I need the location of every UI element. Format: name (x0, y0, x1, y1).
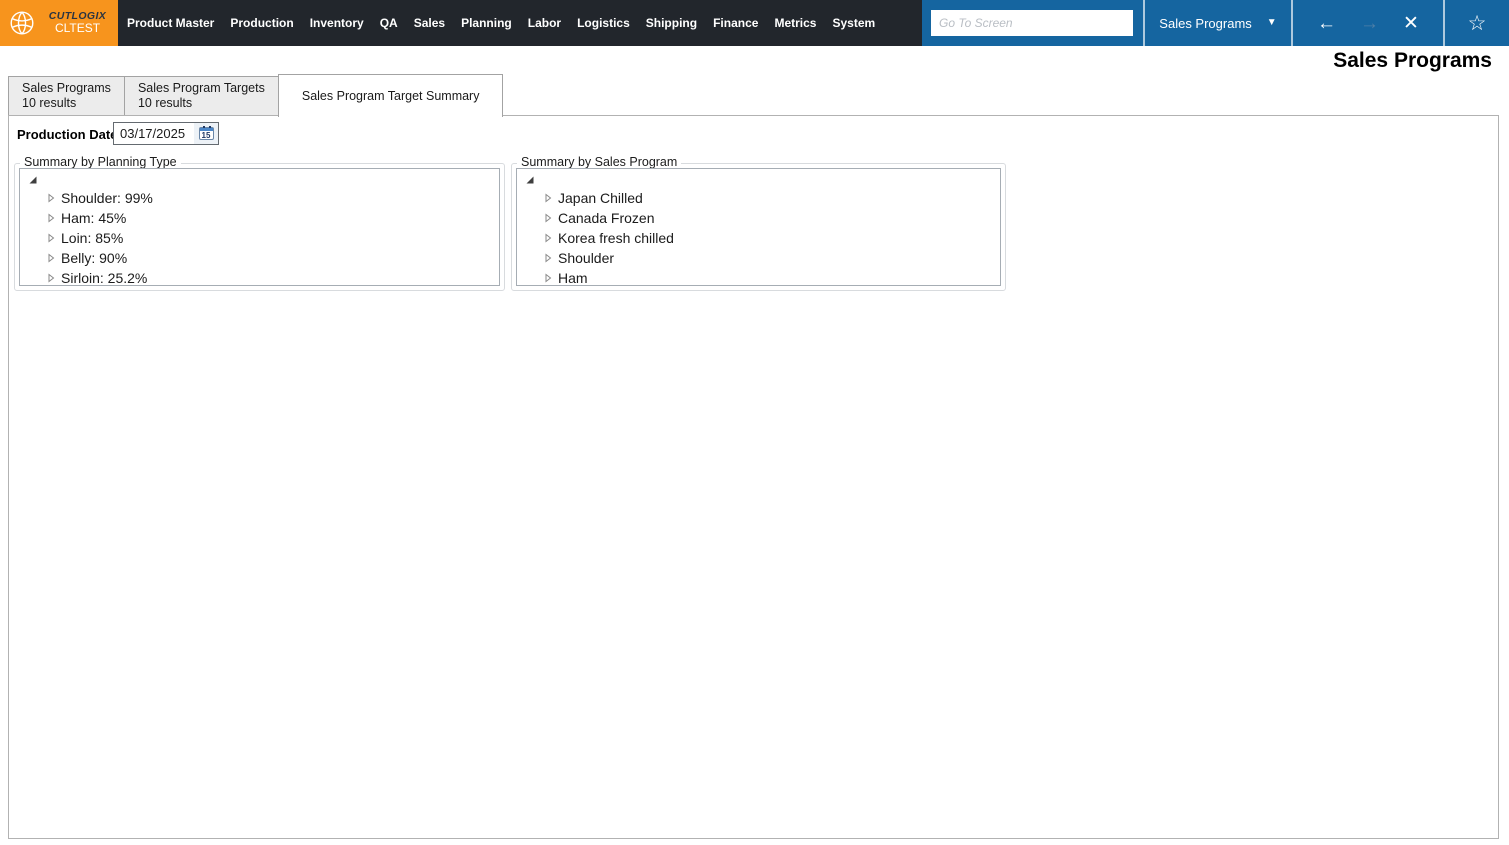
nav-item-finance[interactable]: Finance (713, 16, 758, 30)
tab-result-count: 10 results (22, 96, 77, 110)
tree-item[interactable]: Ham (522, 268, 1000, 286)
summary-by-sales-program-groupbox: Summary by Sales Program Japan Chilled C… (511, 155, 1006, 291)
groupbox-caption: Summary by Planning Type (20, 155, 181, 169)
nav-item-sales[interactable]: Sales (414, 16, 445, 30)
logo-icon (7, 8, 37, 38)
back-arrow-icon[interactable]: ← (1317, 14, 1336, 33)
calendar-button[interactable]: 15 (194, 123, 218, 144)
go-to-screen-input[interactable] (931, 10, 1133, 36)
top-navbar: CUTLOGIX CLTEST Product Master Productio… (0, 0, 1509, 46)
production-date-picker: 15 (113, 122, 219, 145)
planning-type-tree: Shoulder: 99% Ham: 45% Loin: 85% Belly: … (19, 168, 500, 286)
tree-expand-icon[interactable] (46, 193, 56, 203)
tree-collapse-icon[interactable] (28, 175, 38, 185)
tree-item-label: Sirloin: 25.2% (61, 270, 148, 286)
tree-item-label: Ham (558, 270, 588, 286)
main-menu: Product Master Production Inventory QA S… (127, 0, 875, 46)
favorite-star-icon[interactable]: ☆ (1468, 13, 1487, 34)
chevron-down-icon: ▼ (1266, 17, 1277, 28)
tree-item[interactable]: Shoulder: 99% (25, 188, 499, 208)
summary-by-planning-type-groupbox: Summary by Planning Type Shoulder: 99% H… (14, 155, 505, 291)
production-date-label: Production Date (17, 127, 118, 142)
close-icon[interactable]: ✕ (1403, 14, 1419, 33)
tree-expand-icon[interactable] (543, 213, 553, 223)
nav-item-logistics[interactable]: Logistics (577, 16, 630, 30)
tree-item-label: Shoulder (558, 250, 615, 266)
tree-expand-icon[interactable] (46, 253, 56, 263)
app-logo: CUTLOGIX CLTEST (0, 0, 118, 46)
screen-selector-dropdown[interactable]: Sales Programs ▼ (1145, 0, 1291, 46)
sales-program-tree: Japan Chilled Canada Frozen Korea fresh … (516, 168, 1001, 286)
tree-expand-icon[interactable] (46, 273, 56, 283)
tree-expand-icon[interactable] (543, 233, 553, 243)
navigation-controls: ← → ✕ (1293, 0, 1443, 46)
tree-item[interactable]: Sirloin: 25.2% (25, 268, 499, 286)
screen-selector-value: Sales Programs (1159, 15, 1252, 31)
tree-item-label: Japan Chilled (558, 190, 643, 206)
forward-arrow-icon[interactable]: → (1360, 14, 1379, 33)
tree-root-node[interactable] (522, 172, 1000, 188)
tab-result-count: 10 results (137, 96, 193, 110)
nav-item-shipping[interactable]: Shipping (646, 16, 697, 30)
tab-content-panel: Production Date 15 Summary by Planning T… (8, 115, 1499, 839)
tree-collapse-icon[interactable] (525, 175, 535, 185)
tab-label: Sales Programs (22, 81, 111, 95)
tab-label: Sales Program Target Summary (301, 88, 480, 103)
tab-sales-program-targets[interactable]: Sales Program Targets 10 results (123, 76, 279, 115)
tab-strip: Sales Programs 10 results Sales Program … (8, 74, 504, 117)
tree-item[interactable]: Ham: 45% (25, 208, 499, 228)
tree-item-label: Canada Frozen (558, 210, 655, 226)
tree-item-label: Korea fresh chilled (558, 230, 674, 246)
production-date-input[interactable] (114, 123, 194, 144)
tree-item[interactable]: Korea fresh chilled (522, 228, 1000, 248)
navbar-right-section: Sales Programs ▼ ← → ✕ ☆ (922, 0, 1509, 46)
tree-expand-icon[interactable] (46, 213, 56, 223)
tree-item[interactable]: Belly: 90% (25, 248, 499, 268)
nav-item-labor[interactable]: Labor (528, 16, 561, 30)
page-title: Sales Programs (1333, 49, 1492, 72)
nav-item-product-master[interactable]: Product Master (127, 16, 214, 30)
calendar-day: 15 (201, 131, 211, 140)
tree-item[interactable]: Loin: 85% (25, 228, 499, 248)
tree-item-label: Ham: 45% (61, 210, 127, 226)
tree-item-label: Loin: 85% (61, 230, 124, 246)
nav-item-production[interactable]: Production (230, 16, 293, 30)
calendar-icon: 15 (198, 126, 214, 140)
tree-item[interactable]: Shoulder (522, 248, 1000, 268)
tree-expand-icon[interactable] (543, 253, 553, 263)
tree-expand-icon[interactable] (46, 233, 56, 243)
groupbox-caption: Summary by Sales Program (517, 155, 682, 169)
tree-item-label: Belly: 90% (61, 250, 128, 266)
nav-item-metrics[interactable]: Metrics (774, 16, 816, 30)
tree-item-label: Shoulder: 99% (61, 190, 153, 206)
nav-item-inventory[interactable]: Inventory (310, 16, 364, 30)
tree-expand-icon[interactable] (543, 273, 553, 283)
nav-item-planning[interactable]: Planning (461, 16, 512, 30)
tree-root-node[interactable] (25, 172, 499, 188)
tree-expand-icon[interactable] (543, 193, 553, 203)
nav-item-system[interactable]: System (832, 16, 875, 30)
tab-sales-programs[interactable]: Sales Programs 10 results (8, 76, 125, 115)
brand-environment: CLTEST (54, 21, 101, 36)
tab-label: Sales Program Targets (137, 81, 265, 95)
nav-item-qa[interactable]: QA (380, 16, 398, 30)
tree-item[interactable]: Japan Chilled (522, 188, 1000, 208)
tab-sales-program-target-summary[interactable]: Sales Program Target Summary (277, 74, 504, 117)
tree-item[interactable]: Canada Frozen (522, 208, 1000, 228)
